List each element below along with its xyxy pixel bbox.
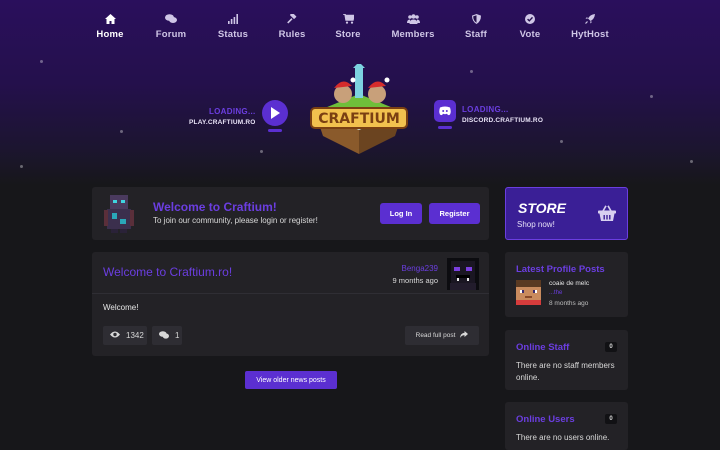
nav-item-hythost[interactable]: HytHost <box>558 12 622 40</box>
nav-item-store[interactable]: Store <box>320 12 376 40</box>
nav-label: Status <box>217 29 249 40</box>
register-button[interactable]: Register <box>429 203 480 224</box>
replies-count: 1 <box>152 326 182 345</box>
store-card[interactable]: STORE Shop now! <box>505 187 628 240</box>
news-post-title[interactable]: Welcome to Craftium.ro! <box>103 265 232 279</box>
profile-post-author[interactable]: coaie de melc <box>549 280 589 287</box>
news-post-author[interactable]: Benga239 <box>402 264 438 273</box>
view-older-news-button[interactable]: View older news posts <box>245 371 337 389</box>
nav-label: Vote <box>519 29 541 40</box>
nav-label: Staff <box>464 29 488 40</box>
nav-item-staff[interactable]: Staff <box>450 12 502 40</box>
divider <box>92 293 489 294</box>
discord-widget[interactable]: LOADING... DISCORD.CRAFTIUM.RO <box>434 100 543 129</box>
gavel-icon <box>287 12 297 26</box>
nav-label: Store <box>335 29 361 40</box>
nav-item-home[interactable]: Home <box>80 12 140 40</box>
widget-title: Online Staff <box>516 342 570 353</box>
rocket-icon <box>585 12 595 26</box>
nav-label: Rules <box>278 29 306 40</box>
player-count-loading: LOADING... <box>208 106 256 116</box>
views-value: 1342 <box>126 331 144 340</box>
widget-text: There are no staff members online. <box>516 361 615 382</box>
users-icon <box>406 12 420 26</box>
welcome-card: Welcome to Craftium! To join our communi… <box>92 187 489 240</box>
widget-title: Latest Profile Posts <box>516 264 605 275</box>
comments-icon <box>165 12 177 26</box>
nav-label: HytHost <box>571 29 609 40</box>
share-icon <box>455 331 469 340</box>
latest-profile-posts-widget: Latest Profile Posts coaie de melc ...th… <box>505 252 628 317</box>
store-subtitle: Shop now! <box>517 220 555 229</box>
welcome-subtitle: To join our community, please login or r… <box>153 216 318 225</box>
nav-item-rules[interactable]: Rules <box>264 12 320 40</box>
store-title: STORE <box>518 200 566 216</box>
main-nav: Home Forum Status Rules Store Members St… <box>80 12 622 40</box>
nav-label: Forum <box>155 29 187 40</box>
eye-icon <box>110 331 126 340</box>
check-circle-icon <box>525 12 535 26</box>
signal-icon <box>228 12 238 26</box>
read-full-post-label: Read full post <box>415 332 456 339</box>
shield-icon <box>471 12 481 26</box>
guest-avatar <box>104 195 134 233</box>
author-avatar[interactable] <box>447 258 479 290</box>
nav-label: Home <box>96 29 124 40</box>
discord-icon <box>434 100 456 122</box>
welcome-title: Welcome to Craftium! <box>153 200 277 214</box>
read-full-post-button[interactable]: Read full post <box>405 326 479 345</box>
profile-post-link[interactable]: ...the <box>549 290 562 296</box>
cart-icon <box>342 12 354 26</box>
profile-post-avatar[interactable] <box>516 280 541 305</box>
play-icon <box>261 100 288 126</box>
nav-label: Members <box>391 29 435 40</box>
craftium-logo[interactable]: CRAFTIUM <box>305 62 413 156</box>
basket-icon <box>598 205 616 226</box>
hero-banner: Home Forum Status Rules Store Members St… <box>0 0 720 185</box>
count-badge: 0 <box>605 414 617 424</box>
nav-item-members[interactable]: Members <box>376 12 450 40</box>
nav-item-vote[interactable]: Vote <box>502 12 558 40</box>
online-users-widget: Online Users 0 There are no users online… <box>505 402 628 450</box>
news-post-card: Welcome to Craftium.ro! Benga239 9 month… <box>92 252 489 356</box>
logo-text: CRAFTIUM <box>318 111 400 127</box>
nav-item-forum[interactable]: Forum <box>140 12 202 40</box>
views-count: 1342 <box>103 326 147 345</box>
discord-address: DISCORD.CRAFTIUM.RO <box>462 117 544 124</box>
news-post-time: 9 months ago <box>392 276 438 285</box>
widget-text: There are no users online. <box>516 433 610 442</box>
home-icon <box>104 12 116 26</box>
server-address: PLAY.CRAFTIUM.RO <box>189 118 256 126</box>
nav-item-status[interactable]: Status <box>202 12 264 40</box>
news-post-body: Welcome! <box>103 303 139 312</box>
online-staff-widget: Online Staff 0 There are no staff member… <box>505 330 628 390</box>
replies-value: 1 <box>175 331 180 340</box>
discord-count-loading: LOADING... <box>462 105 509 114</box>
comments-icon <box>159 330 175 341</box>
profile-post-time: 8 months ago <box>549 300 589 307</box>
login-button[interactable]: Log In <box>380 203 422 224</box>
widget-title: Online Users <box>516 414 575 425</box>
server-ip-widget[interactable]: LOADING... PLAY.CRAFTIUM.RO <box>189 100 288 132</box>
count-badge: 0 <box>605 342 617 352</box>
